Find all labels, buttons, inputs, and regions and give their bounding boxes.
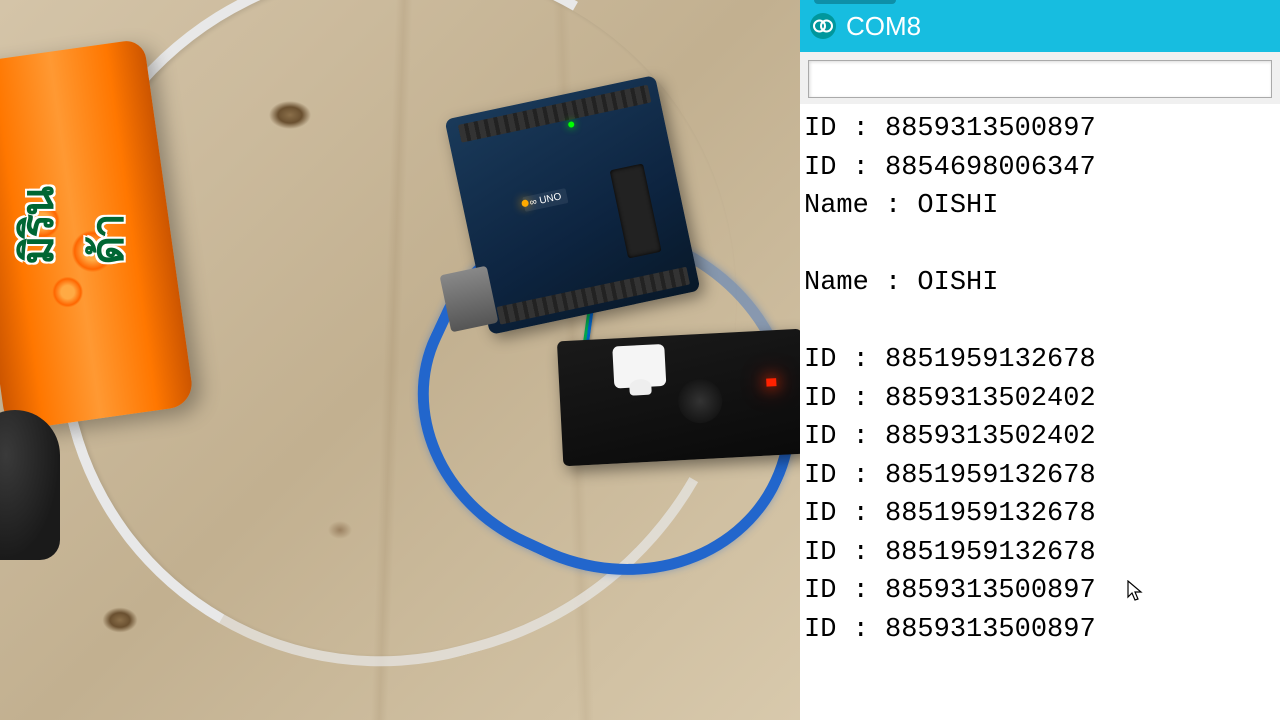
workbench-photo: มิรินด้า ∞ UNO [0,0,800,720]
dark-bottle [0,410,60,560]
serial-send-row [800,52,1280,104]
barcode-scanner-module [557,329,800,467]
atmega-chip [609,163,661,258]
scanner-led-icon [766,378,776,387]
scanner-lens [612,344,666,389]
arduino-board-label: ∞ UNO [523,188,569,212]
serial-output[interactable]: ID : 8859313500897 ID : 8854698006347 Na… [800,104,1280,720]
serial-send-input[interactable] [808,60,1272,98]
serial-monitor-window: COM8 ID : 8859313500897 ID : 88546980063… [800,0,1280,720]
title-bar[interactable]: COM8 [800,0,1280,52]
title-bar-tab-accent [814,0,896,4]
arduino-logo-icon [810,13,836,39]
scanner-buzzer [677,378,723,424]
window-title: COM8 [846,11,921,42]
soda-can-label: มิรินด้า [2,169,142,264]
power-led-icon [568,121,575,128]
